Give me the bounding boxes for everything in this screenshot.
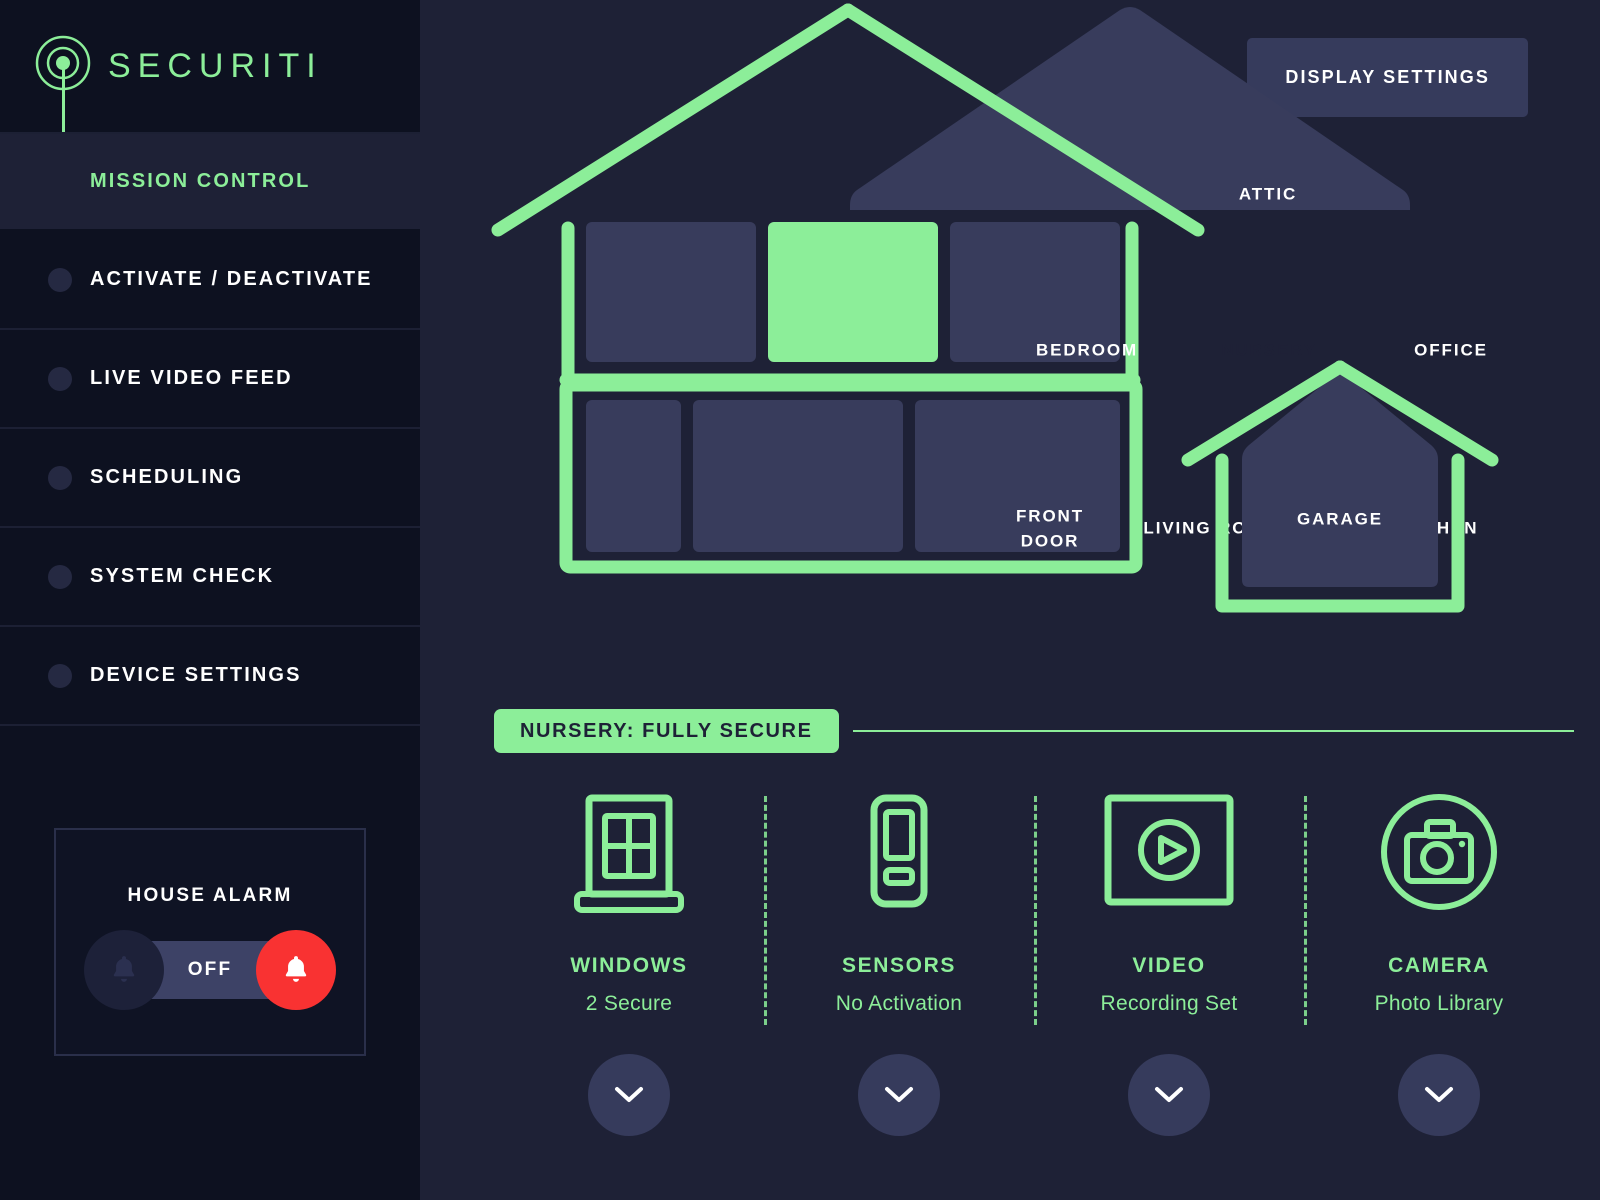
device-list: WINDOWS 2 Secure SENSORS No Activation V… — [494, 790, 1574, 1025]
sidebar-item-label: LIVE VIDEO FEED — [90, 367, 293, 389]
attic-shape[interactable] — [850, 7, 1410, 210]
expand-sensors-button[interactable] — [858, 1054, 940, 1136]
sidebar-item-mission-control[interactable]: MISSION CONTROL — [0, 132, 420, 231]
device-camera[interactable]: CAMERA Photo Library — [1304, 790, 1574, 1025]
chevron-down-icon — [885, 1087, 913, 1102]
bullet-icon — [48, 564, 72, 589]
bullet-icon — [48, 267, 72, 292]
sidebar-item-label: ACTIVATE / DEACTIVATE — [90, 268, 373, 290]
device-title: VIDEO — [1132, 954, 1206, 977]
expand-video-button[interactable] — [1128, 1054, 1210, 1136]
sidebar-item-activate-deactivate[interactable]: ACTIVATE / DEACTIVATE — [0, 231, 420, 330]
roof-left-line — [491, 3, 855, 237]
sidebar-item-live-video-feed[interactable]: LIVE VIDEO FEED — [0, 330, 420, 429]
camera-icon — [1375, 790, 1503, 918]
status-row: NURSERY: FULLY SECURE — [494, 709, 1574, 753]
house-alarm-state-label: OFF — [187, 959, 233, 980]
device-video[interactable]: VIDEO Recording Set — [1034, 790, 1304, 1025]
device-title: SENSORS — [842, 954, 956, 977]
room-bedroom[interactable] — [586, 222, 756, 362]
room-living-room[interactable] — [693, 400, 903, 552]
sidebar-item-device-settings[interactable]: DEVICE SETTINGS — [0, 627, 420, 726]
expand-cell-camera — [1304, 1054, 1574, 1136]
chevron-down-icon — [615, 1087, 643, 1102]
bullet-icon — [48, 366, 72, 391]
device-status: Photo Library — [1374, 992, 1504, 1015]
device-status: No Activation — [835, 992, 963, 1015]
sidebar-item-label: MISSION CONTROL — [90, 170, 311, 192]
expand-cell-sensors — [764, 1054, 1034, 1136]
sidebar-item-label: DEVICE SETTINGS — [90, 664, 302, 686]
bullet-icon — [48, 663, 72, 688]
app-root: SECURITI MISSION CONTROL ACTIVATE / DEAC… — [0, 0, 1600, 1200]
room-front-door[interactable] — [586, 400, 681, 552]
status-connector-line — [852, 730, 1574, 732]
expand-buttons-row — [494, 1054, 1574, 1136]
device-status: 2 Secure — [585, 992, 673, 1015]
sidebar-item-label: SYSTEM CHECK — [90, 565, 275, 587]
main-content: DISPLAY SETTINGS ATTIC BEDROOM NURSERY O… — [420, 0, 1600, 1200]
chevron-down-icon — [1155, 1087, 1183, 1102]
room-kitchen[interactable] — [915, 400, 1120, 552]
bell-icon — [113, 956, 135, 982]
bell-icon — [285, 956, 307, 982]
device-sensors[interactable]: SENSORS No Activation — [764, 790, 1034, 1025]
window-icon — [571, 790, 687, 918]
sensor-panel-icon — [841, 790, 957, 918]
device-title: WINDOWS — [570, 954, 688, 977]
garage-diagram: GARAGE — [1180, 355, 1500, 645]
expand-cell-windows — [494, 1054, 764, 1136]
house-alarm-title: HOUSE ALARM — [127, 885, 293, 906]
garage-svg — [1181, 360, 1499, 613]
sidebar-item-system-check[interactable]: SYSTEM CHECK — [0, 528, 420, 627]
device-title: CAMERA — [1388, 954, 1490, 977]
alarm-on-knob[interactable] — [256, 930, 336, 1010]
expand-camera-button[interactable] — [1398, 1054, 1480, 1136]
status-badge: NURSERY: FULLY SECURE — [494, 709, 839, 753]
expand-windows-button[interactable] — [588, 1054, 670, 1136]
house-alarm-panel: HOUSE ALARM OFF — [54, 828, 366, 1056]
chevron-down-icon — [1425, 1087, 1453, 1102]
bullet-icon — [48, 465, 72, 490]
sidebar: SECURITI MISSION CONTROL ACTIVATE / DEAC… — [0, 0, 420, 1200]
alarm-off-knob[interactable] — [84, 930, 164, 1010]
expand-cell-video — [1034, 1054, 1304, 1136]
room-office[interactable] — [950, 222, 1120, 362]
room-nursery[interactable] — [768, 222, 938, 362]
brand-name: SECURITI — [108, 46, 323, 85]
bullet-icon — [48, 170, 72, 194]
sidebar-item-scheduling[interactable]: SCHEDULING — [0, 429, 420, 528]
sidebar-nav: MISSION CONTROL ACTIVATE / DEACTIVATE LI… — [0, 132, 420, 726]
device-status: Recording Set — [1100, 992, 1238, 1015]
video-play-icon — [1098, 790, 1240, 918]
device-windows[interactable]: WINDOWS 2 Secure — [494, 790, 764, 1020]
house-alarm-toggle[interactable]: OFF — [84, 930, 336, 1010]
sidebar-item-label: SCHEDULING — [90, 466, 244, 488]
